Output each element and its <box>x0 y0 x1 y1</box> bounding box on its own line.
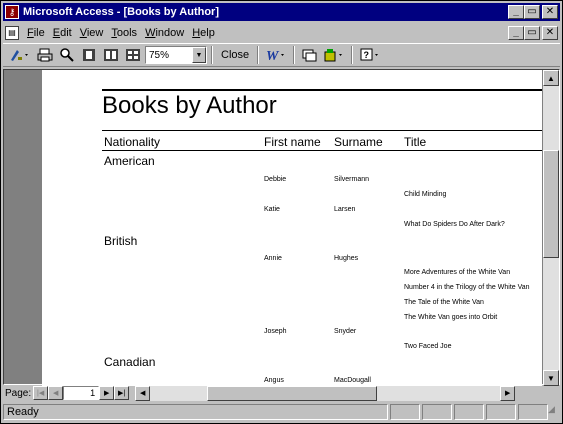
first-name-cell: Katie <box>264 206 280 213</box>
multiple-pages-icon[interactable] <box>123 45 143 65</box>
status-pane <box>422 404 452 420</box>
title-cell: Two Faced Joe <box>404 343 452 350</box>
access-key-icon[interactable]: ⚷ <box>5 5 19 19</box>
surname-cell: MacDougall <box>334 377 371 384</box>
first-name-cell: Angus <box>264 377 284 384</box>
header-title: Title <box>404 135 427 149</box>
zoom-icon[interactable] <box>57 45 77 65</box>
menu-edit[interactable]: Edit <box>49 27 76 39</box>
doc-restore-button[interactable]: ▭ <box>524 25 540 40</box>
toolbar-separator <box>293 46 296 64</box>
status-pane <box>518 404 548 420</box>
menu-bar: ▤ File Edit View Tools Window Help _ ▭ ✕ <box>3 23 560 42</box>
first-name-cell: Annie <box>264 255 282 262</box>
title-cell: More Adventures of the White Van <box>404 269 511 276</box>
svg-text:W: W <box>266 49 280 63</box>
header-surname: Surname <box>334 135 383 149</box>
database-window-icon[interactable] <box>299 45 319 65</box>
page-number-input[interactable]: 1 <box>63 386 100 400</box>
previous-page-icon[interactable]: ◀ <box>48 386 64 400</box>
scroll-down-icon[interactable]: ▼ <box>543 370 559 386</box>
surname-cell: Larsen <box>334 206 356 213</box>
menu-file[interactable]: File <box>23 27 49 39</box>
new-object-icon[interactable] <box>321 45 347 65</box>
header-first-name: First name <box>264 135 321 149</box>
status-text: Ready <box>3 404 388 420</box>
title-cell: What Do Spiders Do After Dark? <box>404 221 505 228</box>
horizontal-scroll-thumb[interactable] <box>207 385 378 401</box>
zoom-select[interactable]: 75% ▼ <box>145 46 207 64</box>
scroll-left-icon[interactable]: ◀ <box>135 385 151 401</box>
vertical-scrollbar[interactable]: ▲ ▼ <box>543 70 559 386</box>
header-bottom-rule <box>102 150 542 151</box>
toolbar-separator <box>211 46 213 64</box>
scroll-right-icon[interactable]: ▶ <box>500 385 516 401</box>
title-cell: Number 4 in the Trilogy of the White Van <box>404 284 530 291</box>
last-page-icon[interactable]: ▶| <box>114 386 130 400</box>
toolbar-separator <box>351 46 354 64</box>
toolbar-separator <box>257 46 260 64</box>
close-preview-button[interactable]: Close <box>217 46 253 64</box>
title-bar[interactable]: ⚷ Microsoft Access - [Books by Author] _… <box>3 3 560 21</box>
menu-tools[interactable]: Tools <box>107 27 141 39</box>
scroll-up-icon[interactable]: ▲ <box>543 70 559 86</box>
resize-grip-icon[interactable]: ◢ <box>548 404 560 420</box>
surname-cell: Hughes <box>334 255 359 262</box>
svg-text:?: ? <box>364 50 370 60</box>
title-cell: Child Minding <box>404 191 447 198</box>
menu-view[interactable]: View <box>76 27 108 39</box>
menu-window[interactable]: Window <box>141 27 188 39</box>
title-rule <box>102 89 542 91</box>
status-pane <box>454 404 484 420</box>
report-title: Books by Author <box>102 92 277 119</box>
report-document-icon[interactable]: ▤ <box>5 25 19 40</box>
surname-cell: Silvermann <box>334 176 370 183</box>
status-pane <box>486 404 516 420</box>
vertical-scroll-thumb[interactable] <box>543 150 559 258</box>
doc-close-button[interactable]: ✕ <box>542 25 558 40</box>
title-cell: The White Van goes into Orbit <box>404 314 498 321</box>
zoom-value: 75% <box>149 49 170 61</box>
status-pane <box>390 404 420 420</box>
group-american: American <box>104 154 155 168</box>
close-button[interactable]: ✕ <box>542 5 558 19</box>
word-icon[interactable]: W <box>263 45 289 65</box>
group-british: British <box>104 234 138 248</box>
page-margin-strip <box>4 70 42 384</box>
menu-help[interactable]: Help <box>188 27 219 39</box>
two-pages-icon[interactable] <box>101 45 121 65</box>
doc-minimize-button[interactable]: _ <box>508 25 524 40</box>
chevron-down-icon[interactable]: ▼ <box>192 47 206 63</box>
page-label: Page: <box>5 387 32 399</box>
first-name-cell: Joseph <box>264 328 287 335</box>
report-page: Books by Author Nationality First name S… <box>42 70 542 386</box>
record-navigation-bar: Page: |◀ ◀ 1 ▶ ▶| ◀ ▶ <box>3 385 560 401</box>
window-title: Microsoft Access - [Books by Author] <box>23 6 219 18</box>
print-preview-toolbar: 75% ▼ Close W ? <box>3 43 560 67</box>
one-page-icon[interactable] <box>79 45 99 65</box>
first-name-cell: Debbie <box>264 176 287 183</box>
header-top-rule <box>102 130 542 131</box>
title-cell: The Tale of the White Van <box>404 299 484 306</box>
next-page-icon[interactable]: ▶ <box>99 386 115 400</box>
print-icon[interactable] <box>35 45 55 65</box>
access-window: ⚷ Microsoft Access - [Books by Author] _… <box>0 0 563 424</box>
header-nationality: Nationality <box>104 135 161 149</box>
horizontal-scrollbar[interactable]: ◀ ▶ <box>135 385 516 401</box>
help-icon[interactable]: ? <box>357 45 383 65</box>
preview-area: Books by Author Nationality First name S… <box>3 69 560 386</box>
group-canadian: Canadian <box>104 355 156 369</box>
first-page-icon[interactable]: |◀ <box>33 386 49 400</box>
restore-button[interactable]: ▭ <box>524 5 540 19</box>
status-bar: Ready ◢ <box>3 403 560 421</box>
minimize-button[interactable]: _ <box>508 5 524 19</box>
surname-cell: Snyder <box>334 328 357 335</box>
design-view-icon[interactable] <box>7 45 33 65</box>
